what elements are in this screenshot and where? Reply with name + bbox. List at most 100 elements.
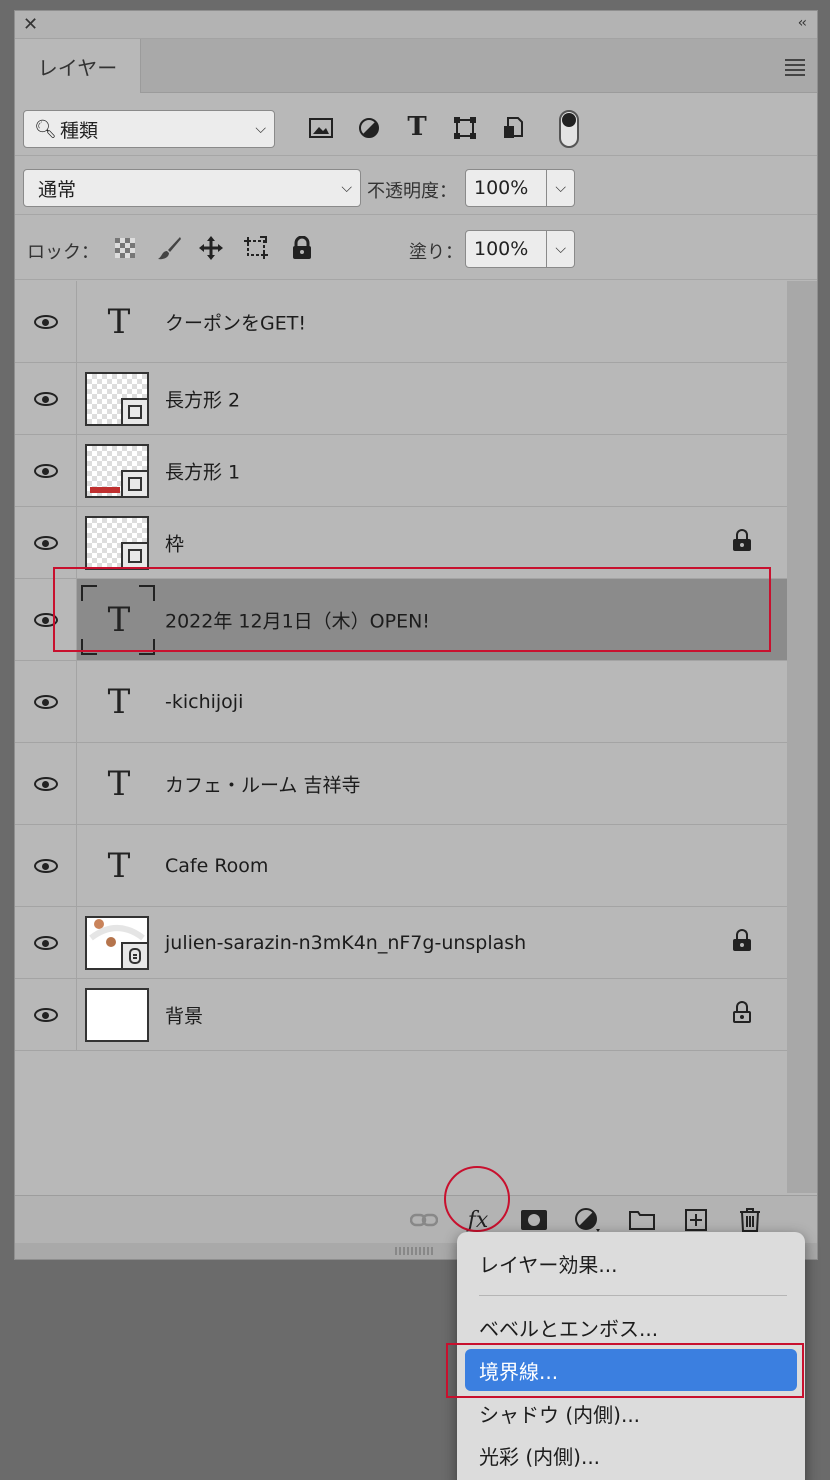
smart-object-icon — [121, 941, 149, 970]
menu-item-stroke[interactable]: 境界線... — [465, 1349, 797, 1391]
layer-name: 枠 — [165, 533, 185, 555]
menu-item-bevel-emboss[interactable]: ベベルとエンボス... — [465, 1306, 797, 1348]
layer-row[interactable]: T -kichijoji — [15, 661, 787, 743]
layer-thumbnail — [85, 371, 149, 426]
search-icon: 🔍︎ — [34, 119, 57, 140]
text-layer-icon: T — [107, 763, 131, 804]
scrollbar-track[interactable] — [787, 281, 817, 1193]
visibility-toggle[interactable] — [15, 435, 77, 506]
lock-artboard-icon[interactable] — [241, 234, 271, 262]
visibility-toggle[interactable] — [15, 363, 77, 434]
filter-kind-label: 種類 — [60, 119, 99, 142]
layers-panel: ✕ ‹‹ レイヤー 🔍︎ 種類 ⌵ T 通常 ⌵ 不透明度： 100% ⌵ ロッ… — [14, 10, 818, 1260]
add-mask-icon[interactable] — [519, 1206, 549, 1234]
eye-icon — [33, 314, 58, 329]
panel-menu-icon[interactable] — [785, 59, 805, 79]
lock-position-move-icon[interactable] — [197, 234, 225, 262]
eye-icon — [33, 694, 58, 709]
eye-icon — [33, 391, 58, 406]
lock-icon[interactable] — [733, 928, 751, 951]
lock-row: ロック： 塗り： 100% ⌵ — [15, 216, 817, 280]
type-filter-icon[interactable]: T — [403, 112, 431, 142]
layer-row[interactable]: 枠 — [15, 507, 787, 579]
close-icon[interactable]: ✕ — [23, 14, 38, 35]
eye-icon — [33, 935, 58, 950]
layer-thumbnail — [85, 987, 149, 1042]
lock-icon[interactable] — [733, 528, 751, 551]
layer-name: 長方形 1 — [165, 461, 241, 483]
layer-row[interactable]: 背景 — [15, 979, 787, 1051]
layer-row[interactable]: T Cafe Room — [15, 825, 787, 907]
lock-transparent-icon[interactable] — [113, 236, 137, 260]
lock-paint-brush-icon[interactable] — [155, 234, 183, 262]
blend-mode-value: 通常 — [38, 178, 77, 201]
layer-row[interactable]: 長方形 1 — [15, 435, 787, 507]
menu-item-inner-glow[interactable]: 光彩 (内側)... — [465, 1434, 797, 1476]
visibility-toggle[interactable] — [15, 281, 77, 362]
lock-icon[interactable] — [733, 1000, 751, 1023]
fill-value: 100% — [474, 238, 529, 260]
link-layers-icon[interactable] — [409, 1206, 439, 1234]
tab-row: レイヤー — [15, 39, 817, 93]
text-layer-icon: T — [107, 599, 131, 640]
eye-icon — [33, 858, 58, 873]
collapse-icon[interactable]: ‹‹ — [798, 15, 807, 31]
layer-name: 長方形 2 — [165, 389, 241, 411]
visibility-toggle[interactable] — [15, 743, 77, 824]
lock-all-icon[interactable] — [289, 234, 315, 262]
filter-toggle-switch[interactable] — [559, 110, 579, 148]
shape-layer-icon — [121, 469, 149, 498]
shape-filter-icon[interactable] — [451, 114, 479, 142]
menu-separator — [479, 1295, 787, 1296]
shape-layer-icon — [121, 541, 149, 570]
layer-name: 背景 — [165, 1005, 204, 1027]
eye-icon — [33, 463, 58, 478]
layer-thumbnail — [85, 515, 149, 570]
adjustment-filter-icon[interactable] — [355, 114, 383, 142]
text-layer-icon: T — [107, 681, 131, 722]
chevron-down-icon[interactable]: ⌵ — [555, 241, 566, 257]
eye-icon — [33, 776, 58, 791]
layer-row-selected[interactable]: T 2022年 12月1日（木）OPEN! — [15, 579, 787, 661]
menu-item-inner-shadow[interactable]: シャドウ (内側)... — [465, 1392, 797, 1434]
eye-icon — [33, 535, 58, 550]
panel-titlebar: ✕ ‹‹ — [15, 11, 817, 39]
layer-thumbnail — [85, 443, 149, 498]
menu-item-layer-effects[interactable]: レイヤー効果... — [465, 1242, 797, 1284]
opacity-input[interactable]: 100% ⌵ — [465, 169, 575, 207]
shape-layer-icon — [121, 397, 149, 426]
delete-layer-trash-icon[interactable] — [735, 1206, 765, 1234]
resize-grip-icon[interactable] — [395, 1247, 435, 1255]
text-layer-icon: T — [107, 845, 131, 886]
filter-kind-select[interactable]: 🔍︎ 種類 ⌵ — [23, 110, 275, 148]
smart-object-filter-icon[interactable] — [499, 114, 527, 142]
layer-name: 2022年 12月1日（木）OPEN! — [165, 610, 430, 632]
fill-label: 塗り： — [409, 242, 463, 263]
fx-button[interactable]: fx — [463, 1206, 493, 1234]
visibility-toggle[interactable] — [15, 507, 77, 578]
eye-icon — [33, 1007, 58, 1022]
chevron-down-icon[interactable]: ⌵ — [555, 180, 566, 196]
layer-name: Cafe Room — [165, 854, 269, 877]
visibility-toggle[interactable] — [15, 661, 77, 742]
toggle-knob — [562, 113, 576, 127]
layer-name: カフェ・ルーム 吉祥寺 — [165, 774, 361, 796]
eye-icon — [33, 612, 58, 627]
blend-mode-select[interactable]: 通常 ⌵ — [23, 169, 361, 207]
adjustment-layer-icon[interactable] — [573, 1206, 603, 1234]
layers-list: T クーポンをGET! 長方形 2 長方形 1 枠 T 2022年 12月1日（… — [15, 281, 787, 1053]
layer-row[interactable]: T カフェ・ルーム 吉祥寺 — [15, 743, 787, 825]
visibility-toggle[interactable] — [15, 825, 77, 906]
layer-thumbnail — [85, 915, 149, 970]
layer-row[interactable]: 長方形 2 — [15, 363, 787, 435]
layer-row[interactable]: julien-sarazin-n3mK4n_nF7g-unsplash — [15, 907, 787, 979]
fill-input[interactable]: 100% ⌵ — [465, 230, 575, 268]
visibility-toggle[interactable] — [15, 907, 77, 978]
visibility-toggle[interactable] — [15, 979, 77, 1050]
new-layer-icon[interactable] — [681, 1206, 711, 1234]
tab-layers[interactable]: レイヤー — [15, 39, 141, 93]
pixel-layer-filter-icon[interactable] — [307, 114, 335, 142]
visibility-toggle[interactable] — [15, 579, 77, 660]
new-group-folder-icon[interactable] — [627, 1206, 657, 1234]
layer-row[interactable]: T クーポンをGET! — [15, 281, 787, 363]
